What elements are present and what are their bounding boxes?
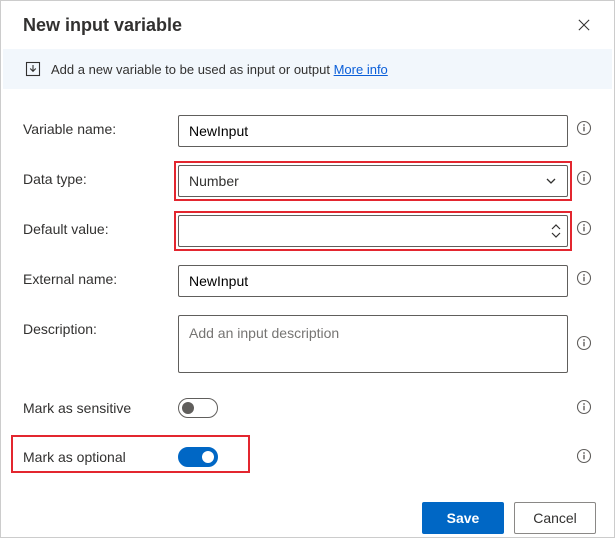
dialog-title: New input variable [23, 15, 572, 36]
chevron-up-icon [551, 224, 561, 231]
label-variable-name: Variable name: [23, 115, 178, 137]
chevron-down-icon [551, 231, 561, 238]
close-button[interactable] [572, 13, 596, 37]
info-icon[interactable] [576, 270, 596, 290]
info-icon[interactable] [576, 220, 596, 240]
data-type-select[interactable]: Number [178, 165, 568, 197]
close-icon [578, 18, 590, 32]
label-mark-sensitive: Mark as sensitive [23, 394, 178, 416]
info-icon[interactable] [576, 335, 596, 355]
row-external-name: External name: [23, 265, 596, 297]
number-spinner[interactable] [549, 216, 567, 246]
info-icon[interactable] [576, 448, 596, 468]
row-mark-optional: Mark as optional [23, 443, 596, 470]
row-variable-name: Variable name: [23, 115, 596, 147]
label-mark-optional: Mark as optional [23, 443, 178, 465]
save-button[interactable]: Save [422, 502, 504, 534]
external-name-input[interactable] [178, 265, 568, 297]
info-icon[interactable] [576, 120, 596, 140]
new-input-variable-dialog: New input variable Add a new variable to… [0, 0, 615, 538]
label-description: Description: [23, 315, 178, 337]
label-external-name: External name: [23, 265, 178, 287]
mark-sensitive-toggle[interactable] [178, 398, 218, 418]
mark-optional-toggle[interactable] [178, 447, 218, 467]
info-banner: Add a new variable to be used as input o… [3, 49, 612, 89]
info-icon[interactable] [576, 170, 596, 190]
cancel-button[interactable]: Cancel [514, 502, 596, 534]
variable-name-input[interactable] [178, 115, 568, 147]
description-textarea[interactable] [178, 315, 568, 373]
info-icon[interactable] [576, 399, 596, 419]
row-data-type: Data type: Number [23, 165, 596, 197]
dialog-footer: Save Cancel [1, 488, 614, 550]
banner-text: Add a new variable to be used as input o… [51, 62, 388, 77]
more-info-link[interactable]: More info [334, 62, 388, 77]
row-description: Description: [23, 315, 596, 376]
download-box-icon [25, 61, 41, 77]
label-default-value: Default value: [23, 215, 178, 237]
chevron-down-icon [545, 175, 557, 187]
data-type-value: Number [189, 172, 239, 190]
label-data-type: Data type: [23, 165, 178, 187]
dialog-header: New input variable [1, 1, 614, 45]
default-value-input[interactable] [178, 215, 568, 247]
row-default-value: Default value: [23, 215, 596, 247]
row-mark-sensitive: Mark as sensitive [23, 394, 596, 421]
banner-msg: Add a new variable to be used as input o… [51, 62, 330, 77]
form-body: Variable name: Data type: Number [1, 91, 614, 488]
